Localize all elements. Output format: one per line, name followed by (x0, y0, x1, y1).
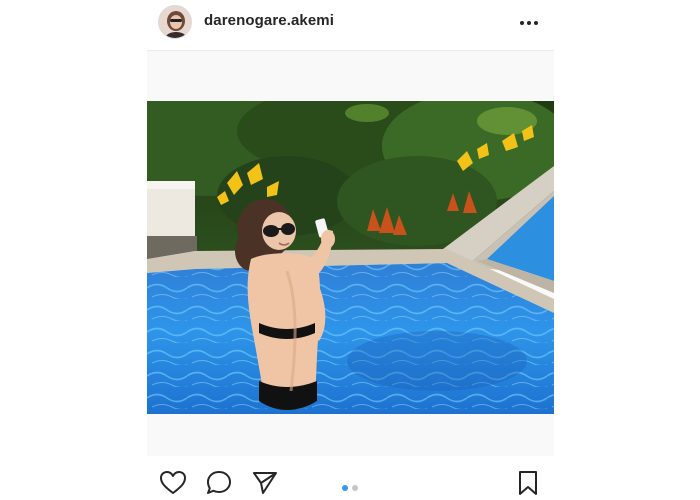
heart-icon (160, 471, 186, 494)
carousel-dot[interactable] (352, 485, 358, 491)
carousel-dots (342, 485, 362, 493)
bookmark-icon (519, 471, 537, 495)
avatar[interactable] (158, 5, 192, 39)
save-button[interactable] (514, 469, 542, 497)
more-horizontal-icon (520, 21, 538, 25)
comment-icon (207, 471, 231, 494)
post-header: darenogare.akemi (147, 0, 554, 51)
more-options-button[interactable] (516, 12, 542, 34)
send-icon (253, 472, 277, 494)
share-button[interactable] (251, 469, 279, 497)
action-bar (147, 457, 554, 500)
carousel-dot-active[interactable] (342, 485, 348, 491)
username[interactable]: darenogare.akemi (204, 12, 334, 29)
photo-area (147, 51, 554, 456)
avatar-image (159, 6, 191, 38)
comment-button[interactable] (205, 469, 233, 497)
post-photo[interactable] (147, 101, 554, 414)
like-button[interactable] (159, 469, 187, 497)
instagram-post: darenogare.akemi (0, 0, 700, 500)
